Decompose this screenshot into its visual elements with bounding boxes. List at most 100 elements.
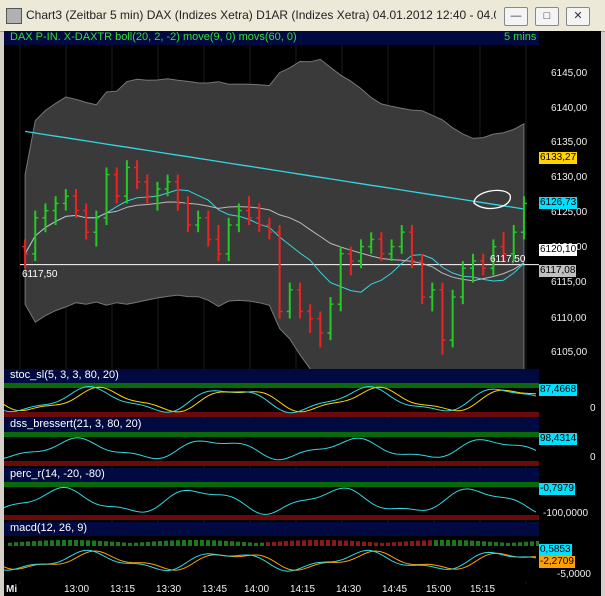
- macd-histogram-bar: [272, 541, 276, 546]
- macd-histogram-bar: [80, 540, 84, 546]
- macd-histogram-bar: [8, 542, 12, 546]
- macd-histogram-bar: [146, 541, 150, 546]
- macd-histogram-bar: [512, 542, 516, 546]
- macd-tick: -5,0000: [557, 569, 591, 580]
- macd-histogram-bar: [416, 540, 420, 546]
- macd-histogram-bar: [224, 540, 228, 546]
- y-tick: 6130,00: [551, 172, 588, 183]
- close-button[interactable]: ✕: [566, 7, 590, 26]
- y-tick: 6110,00: [551, 313, 587, 324]
- macd-histogram-bar: [476, 540, 480, 546]
- macd-histogram-bar: [86, 540, 90, 546]
- macd-histogram-bar: [284, 541, 288, 546]
- dss-panel-oversold-zone: [4, 461, 539, 466]
- macd-histogram-bar: [254, 542, 258, 546]
- bollinger-band: [24, 58, 525, 399]
- macd-histogram-bar: [98, 540, 102, 546]
- price-tag-line: 6117,08: [539, 265, 577, 277]
- macd-histogram-bar: [470, 540, 474, 546]
- macd-histogram-bar: [464, 540, 468, 546]
- macd-histogram-bar: [452, 540, 456, 546]
- macd-histogram-bar: [134, 542, 138, 546]
- macd-histogram-bar: [212, 540, 216, 546]
- macd-histogram-bar: [26, 541, 30, 546]
- macd-histogram-bar: [428, 540, 432, 546]
- y-tick: 6145,00: [551, 68, 588, 79]
- macd-histogram-bar: [62, 540, 66, 546]
- macd-histogram-bar: [290, 540, 294, 546]
- macd-histogram-bar: [140, 542, 144, 546]
- time-tick: 14:15: [290, 584, 316, 595]
- macd-histogram-bar: [110, 541, 114, 546]
- time-tick: 14:45: [382, 584, 408, 595]
- macd-histogram-bar: [482, 541, 486, 546]
- main-panel-header: DAX P-IN. X-DAXTR boll(20, 2, -2) move(9…: [4, 31, 539, 45]
- price-tag-high: 6133,27: [539, 152, 578, 164]
- macd-histogram-bar: [158, 541, 162, 546]
- macd-histogram-bar: [260, 542, 264, 546]
- macd-histogram-bar: [356, 541, 360, 546]
- macd-histogram-bar: [350, 540, 354, 546]
- macd-histogram-bar: [248, 542, 252, 546]
- macd-panel-label: macd(12, 26, 9): [10, 522, 88, 534]
- hline-label-left: 6117,50: [22, 269, 58, 280]
- time-tick: 15:15: [470, 584, 496, 595]
- y-tick: 6135,00: [551, 137, 588, 148]
- time-tick: 14:00: [244, 584, 270, 595]
- macd-histogram-bar: [200, 540, 204, 546]
- macd-histogram-bar: [344, 540, 348, 546]
- macd-histogram-bar: [68, 540, 72, 546]
- macd-histogram-bar: [14, 542, 18, 546]
- stoch-axis: 87,4668 0: [539, 369, 601, 419]
- window-titlebar: Chart3 (Zeitbar 5 min) DAX (Indizes Xetr…: [0, 0, 605, 32]
- percr-axis: -0,7979 -100,0000: [539, 468, 601, 522]
- macd-histogram-bar: [152, 541, 156, 546]
- percr-panel-label: perc_r(14, -20, -80): [10, 468, 105, 480]
- macd-histogram-bar: [434, 540, 438, 546]
- macd-axis: 0,5853 -2,2709 -5,0000: [539, 522, 601, 584]
- macd-histogram-bar: [20, 541, 24, 546]
- macd-histogram-bar: [92, 540, 96, 546]
- dss-panel-header: dss_bressert(21, 3, 80, 20): [4, 418, 539, 432]
- macd-histogram-bar: [74, 540, 78, 546]
- macd-histogram-bar: [302, 540, 306, 546]
- macd-histogram-bar: [236, 541, 240, 546]
- price-tag-ma: 6126,73: [539, 197, 578, 209]
- macd-histogram-bar: [440, 540, 444, 546]
- macd-histogram-bar: [242, 542, 246, 546]
- timeframe-label: 5 mins: [504, 31, 537, 43]
- macd-histogram-bar: [122, 542, 126, 546]
- stoch-value-tag: 87,4668: [539, 384, 578, 396]
- y-tick: 6115,00: [551, 277, 587, 288]
- macd-histogram-bar: [338, 540, 342, 546]
- macd-panel-header: macd(12, 26, 9): [4, 522, 539, 536]
- macd-histogram-bar: [128, 542, 132, 546]
- macd-histogram-bar: [524, 541, 528, 546]
- macd-histogram-bar: [188, 540, 192, 546]
- chart-app-icon: [6, 8, 22, 24]
- stoch-panel-header: stoc_sl(5, 3, 3, 80, 20): [4, 369, 539, 383]
- minimize-button[interactable]: —: [504, 7, 528, 26]
- window-title: Chart3 (Zeitbar 5 min) DAX (Indizes Xetr…: [26, 8, 496, 22]
- stoch-panel-label: stoc_sl(5, 3, 3, 80, 20): [10, 369, 119, 381]
- dss-axis: 98,4314 0: [539, 418, 601, 468]
- time-tick: 14:30: [336, 584, 362, 595]
- chart-canvas[interactable]: [4, 31, 539, 596]
- macd-histogram-bar: [326, 540, 330, 546]
- main-price-axis: 6145,00 6140,00 6135,00 6130,00 6125,00 …: [539, 31, 601, 369]
- y-tick: 6105,00: [551, 347, 588, 358]
- macd-histogram-bar: [308, 540, 312, 546]
- percr-panel-header: perc_r(14, -20, -80): [4, 468, 539, 482]
- maximize-button[interactable]: □: [535, 7, 559, 26]
- day-label: Mi: [6, 584, 18, 595]
- percr-panel-oversold-zone: [4, 515, 539, 520]
- dss-value-tag: 98,4314: [539, 433, 578, 445]
- y-tick: 6140,00: [551, 103, 588, 114]
- dss-panel-overbought-zone: [4, 432, 539, 437]
- macd-histogram-bar: [386, 542, 390, 546]
- macd-histogram-bar: [32, 541, 36, 546]
- macd-histogram-bar: [314, 540, 318, 546]
- macd-histogram-bar: [518, 542, 522, 546]
- macd-histogram-bar: [176, 540, 180, 546]
- time-tick: 13:15: [110, 584, 136, 595]
